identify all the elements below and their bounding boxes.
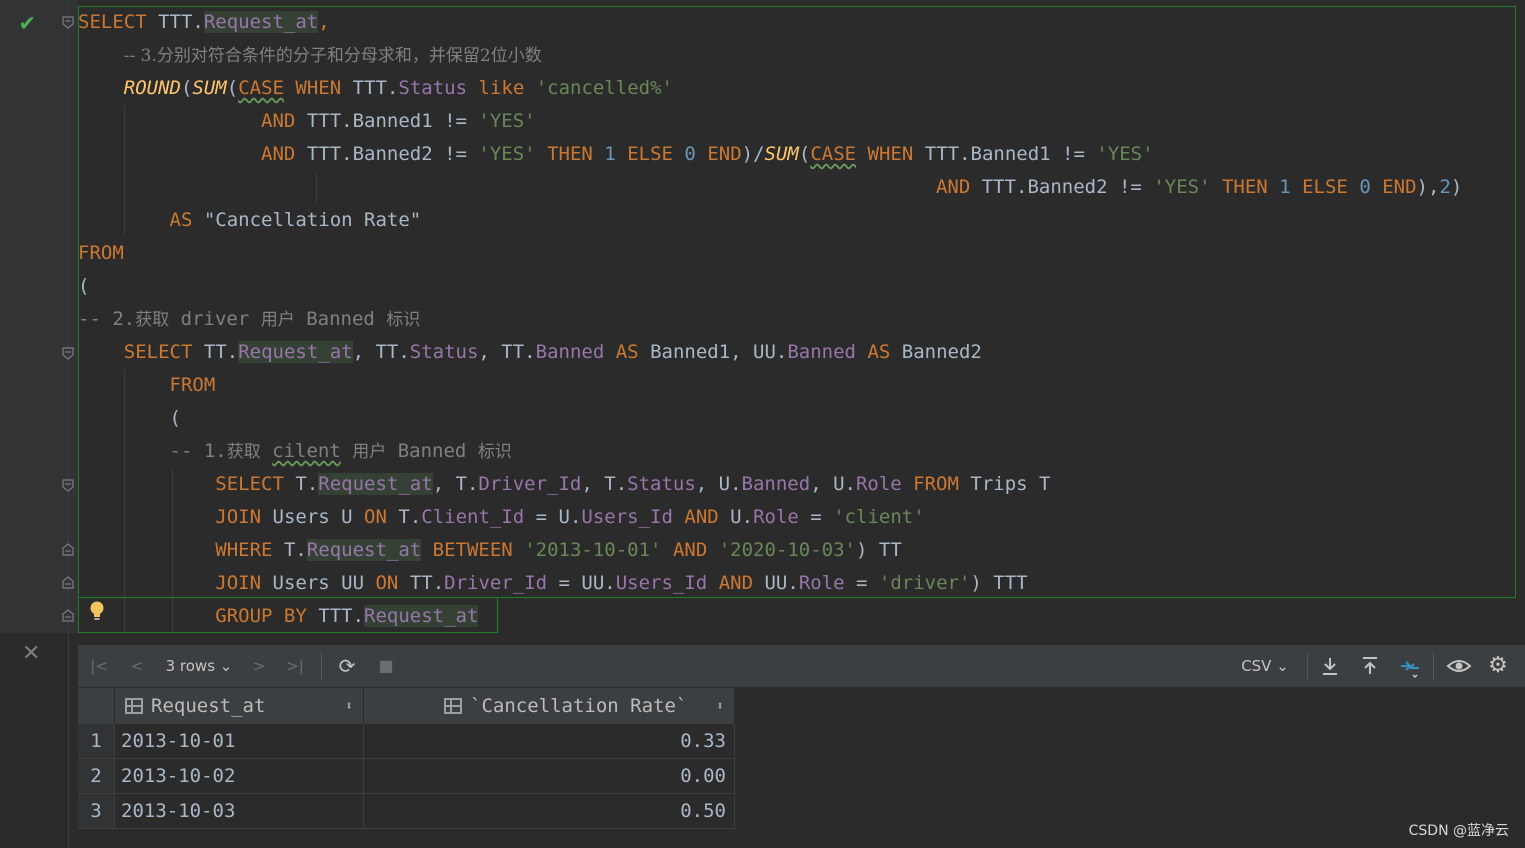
code-line: WHERE T.Request_at BETWEEN '2013-10-01' … <box>215 539 902 561</box>
checkmark-icon: ✔ <box>20 8 35 36</box>
code-line: AND TTT.Banned2 != 'YES' THEN 1 ELSE 0 E… <box>261 143 1154 165</box>
cell-cancellation-rate[interactable]: 0.33 <box>363 724 735 759</box>
fold-close-icon[interactable] <box>62 576 74 589</box>
row-number-header <box>78 688 115 724</box>
column-header-cancellation-rate[interactable]: `Cancellation Rate` ⬍ <box>363 688 735 724</box>
results-grid: Request_at ⬍ `Cancellation Rate` ⬍ 1 2013-… <box>78 688 1525 848</box>
code-line: SELECT T.Request_at, T.Driver_Id, T.Stat… <box>215 473 1051 495</box>
fold-close-icon[interactable] <box>62 609 74 622</box>
compare-icon[interactable] <box>1398 655 1422 679</box>
sort-icon[interactable]: ⬍ <box>716 699 724 714</box>
rows-count-dropdown[interactable]: 3 rows ⌄ <box>164 645 234 687</box>
table-row[interactable]: 2 2013-10-02 0.00 <box>78 758 735 794</box>
code-comment: -- 1.获取 cilent 用户 Banned 标识 <box>169 440 512 462</box>
code-line: JOIN Users U ON T.Client_Id = U.Users_Id… <box>215 506 925 528</box>
close-icon[interactable]: ✕ <box>22 642 40 666</box>
first-page-icon[interactable]: |< <box>88 645 110 687</box>
code-line: ROUND(SUM(CASE WHEN TTT.Status like 'can… <box>123 77 673 99</box>
code-line: ( <box>78 275 90 297</box>
code-line: SELECT TTT.Request_at, <box>78 11 330 33</box>
results-table: Request_at ⬍ `Cancellation Rate` ⬍ 1 2013-… <box>78 688 735 829</box>
cell-cancellation-rate[interactable]: 0.00 <box>363 758 735 794</box>
fold-close-icon[interactable] <box>62 543 74 556</box>
download-icon[interactable] <box>1319 655 1341 677</box>
fold-open-icon[interactable] <box>62 347 74 360</box>
code-line: GROUP BY TTT.Request_at <box>215 605 479 627</box>
toolbar-divider <box>321 653 322 680</box>
table-row[interactable]: 1 2013-10-01 0.33 <box>78 724 735 759</box>
next-page-icon[interactable]: > <box>248 645 270 687</box>
refresh-icon[interactable]: ⟳ <box>335 645 359 687</box>
code-line: FROM <box>78 242 124 264</box>
column-label: `Cancellation Rate` <box>470 695 688 717</box>
prev-page-icon[interactable]: < <box>126 645 148 687</box>
row-number: 3 <box>78 793 115 829</box>
export-format-label: CSV <box>1241 657 1272 675</box>
code-line: AND TTT.Banned1 != 'YES' <box>261 110 536 132</box>
fold-open-icon[interactable] <box>62 16 74 29</box>
upload-icon[interactable] <box>1359 655 1381 677</box>
code-line: FROM <box>169 374 216 396</box>
code-line: SELECT TT.Request_at, TT.Status, TT.Bann… <box>123 341 982 363</box>
gear-icon[interactable]: ⚙ <box>1486 645 1510 687</box>
row-number: 1 <box>78 724 115 759</box>
table-row[interactable]: 3 2013-10-03 0.50 <box>78 793 735 829</box>
table-column-icon <box>125 698 143 714</box>
code-line: AS "Cancellation Rate" <box>169 209 422 231</box>
code-line: AND TTT.Banned2 != 'YES' THEN 1 ELSE 0 E… <box>935 176 1463 198</box>
cell-request-at[interactable]: 2013-10-01 <box>114 724 364 759</box>
toolbar-divider <box>1433 653 1434 680</box>
fold-open-icon[interactable] <box>62 479 74 492</box>
export-format-dropdown[interactable]: CSV ⌄ <box>1238 645 1292 687</box>
table-header-row: Request_at ⬍ `Cancellation Rate` ⬍ <box>78 688 735 724</box>
code-comment: -- 2.获取 driver 用户 Banned 标识 <box>78 308 421 330</box>
code-line: ( <box>169 407 181 429</box>
toolbar-divider <box>1307 653 1308 680</box>
sort-icon[interactable]: ⬍ <box>345 699 353 714</box>
rows-count-label: 3 rows <box>165 657 216 675</box>
row-number: 2 <box>78 758 115 794</box>
cell-cancellation-rate[interactable]: 0.50 <box>363 793 735 829</box>
editor-gutter <box>0 0 78 633</box>
results-toolbar: |< < 3 rows ⌄ > >| ⟳ ■ CSV ⌄ ⚙ <box>78 645 1525 687</box>
eye-icon[interactable] <box>1446 655 1472 679</box>
watermark: CSDN @蓝净云 <box>1408 823 1509 839</box>
table-column-icon <box>444 698 462 714</box>
code-comment: -- 3.分别对符合条件的分子和分母求和，并保留2位小数 <box>123 46 542 66</box>
cell-request-at[interactable]: 2013-10-02 <box>114 758 364 794</box>
column-label: Request_at <box>151 695 266 717</box>
column-header-request-at[interactable]: Request_at ⬍ <box>114 688 364 724</box>
cell-request-at[interactable]: 2013-10-03 <box>114 793 364 829</box>
gutter-separator <box>68 0 69 848</box>
last-page-icon[interactable]: >| <box>284 645 306 687</box>
stop-icon[interactable]: ■ <box>375 645 397 687</box>
code-line: JOIN Users UU ON TT.Driver_Id = UU.Users… <box>215 572 1028 594</box>
